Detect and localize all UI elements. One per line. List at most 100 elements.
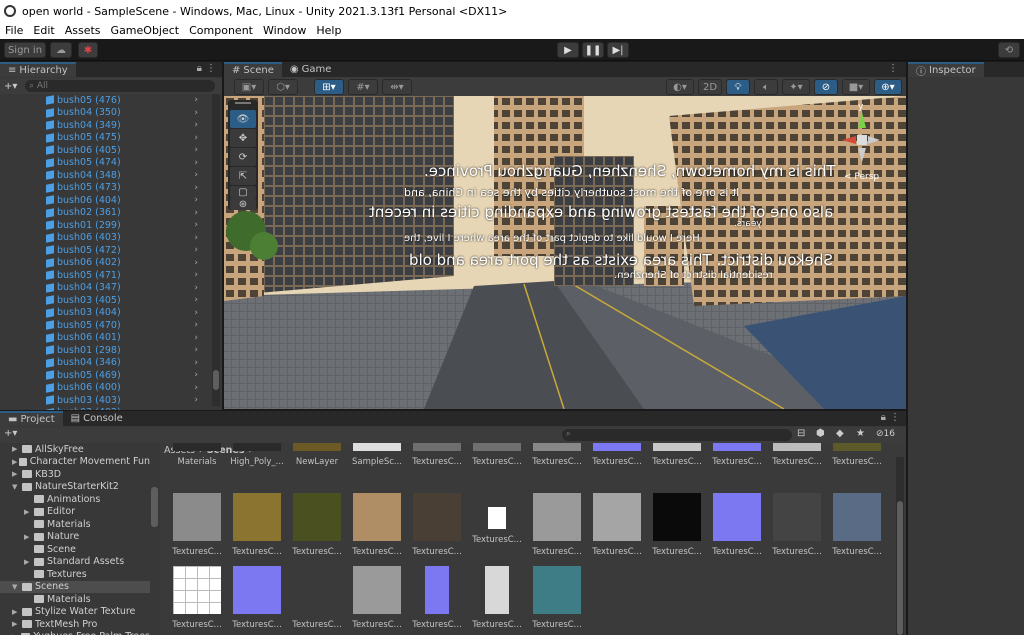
lighting-toggle-icon[interactable]: 💡︎ <box>726 79 750 95</box>
hierarchy-item[interactable]: bush01 (298) › <box>0 344 210 357</box>
project-tree-item[interactable]: Textures <box>0 568 150 581</box>
chevron-right-icon[interactable]: › <box>194 133 198 143</box>
camera-dropdown[interactable]: ■▾ <box>842 79 870 95</box>
chevron-right-icon[interactable]: › <box>194 383 198 393</box>
hierarchy-item[interactable]: bush06 (405) › <box>0 144 210 157</box>
chevron-right-icon[interactable]: › <box>194 233 198 243</box>
project-tree-item[interactable]: Animations <box>0 493 150 506</box>
chevron-right-icon[interactable]: › <box>194 370 198 380</box>
asset-item[interactable]: TexturesC... <box>288 493 346 563</box>
hierarchy-item[interactable]: bush06 (403) › <box>0 232 210 245</box>
project-search-input[interactable]: ⌕ <box>562 429 792 441</box>
hierarchy-item[interactable]: bush06 (400) › <box>0 382 210 395</box>
gizmos-dropdown[interactable]: ⊕▾ <box>874 79 902 95</box>
project-tree-item[interactable]: ▶ Stylize Water Texture <box>0 606 150 619</box>
expand-arrow-icon[interactable]: ▶ <box>12 445 22 453</box>
visibility-toggle-icon[interactable]: ⊘ <box>814 79 838 95</box>
chevron-right-icon[interactable]: › <box>194 395 198 405</box>
render-mode-dropdown[interactable]: ⬡▾ <box>268 79 298 95</box>
hierarchy-item[interactable]: bush05 (472) › <box>0 244 210 257</box>
pause-button[interactable]: ❚❚ <box>582 42 604 58</box>
expand-arrow-icon[interactable]: ▶ <box>12 458 19 466</box>
project-tree-item[interactable]: ▼ NatureStarterKit2 <box>0 481 150 494</box>
asset-item[interactable]: TexturesC... <box>288 566 346 635</box>
asset-item[interactable]: TexturesC... <box>828 493 886 563</box>
project-tree-item[interactable]: ▶ KB3D <box>0 468 150 481</box>
transform-tool-icon[interactable]: ⊛ <box>230 198 256 210</box>
collab-icon[interactable]: ✱ <box>78 42 98 58</box>
asset-item[interactable]: Materials <box>168 443 226 497</box>
hierarchy-item[interactable]: bush05 (470) › <box>0 319 210 332</box>
expand-arrow-icon[interactable]: ▼ <box>12 483 22 491</box>
hierarchy-item[interactable]: bush04 (347) › <box>0 282 210 295</box>
project-more-icon[interactable]: ⋮ <box>890 412 900 423</box>
expand-arrow-icon[interactable]: ▶ <box>24 508 34 516</box>
asset-item[interactable]: TexturesC... <box>708 443 766 497</box>
lock-icon[interactable]: 🔒︎ <box>197 63 202 74</box>
chevron-right-icon[interactable]: › <box>194 270 198 280</box>
hierarchy-item[interactable]: bush06 (401) › <box>0 332 210 345</box>
favorite-star-icon[interactable]: ★ <box>856 428 865 439</box>
project-tree-item[interactable]: ▶ TextMesh Pro <box>0 618 150 631</box>
chevron-right-icon[interactable]: › <box>194 245 198 255</box>
tab-hierarchy[interactable]: ≡ Hierarchy <box>0 62 76 77</box>
asset-item[interactable]: TexturesC... <box>348 566 406 635</box>
hierarchy-item[interactable]: bush05 (474) › <box>0 157 210 170</box>
increment-snap-button[interactable]: ⇹▾ <box>382 79 412 95</box>
hierarchy-item[interactable]: bush05 (471) › <box>0 269 210 282</box>
hierarchy-item[interactable]: bush04 (350) › <box>0 107 210 120</box>
hierarchy-scroll-thumb[interactable] <box>213 370 219 390</box>
hierarchy-item[interactable]: bush04 (346) › <box>0 357 210 370</box>
orientation-gizmo[interactable] <box>824 104 884 164</box>
assets-scrollbar[interactable] <box>896 457 904 635</box>
asset-item[interactable]: TexturesC... <box>588 493 646 563</box>
move-tool-icon[interactable]: ✥ <box>230 129 256 147</box>
hierarchy-item[interactable]: bush03 (402) › <box>0 407 210 410</box>
asset-item[interactable]: TexturesC... <box>348 493 406 563</box>
chevron-right-icon[interactable]: › <box>194 208 198 218</box>
audio-toggle-icon[interactable]: 🔈︎ <box>754 79 778 95</box>
chevron-right-icon[interactable]: › <box>194 145 198 155</box>
play-button[interactable]: ▶ <box>557 42 579 58</box>
persp-label[interactable]: < Persp <box>844 172 879 182</box>
hierarchy-item[interactable]: bush05 (473) › <box>0 182 210 195</box>
hierarchy-item[interactable]: bush06 (402) › <box>0 257 210 270</box>
expand-arrow-icon[interactable]: ▶ <box>12 470 22 478</box>
chevron-right-icon[interactable]: › <box>194 295 198 305</box>
chevron-right-icon[interactable]: › <box>194 120 198 130</box>
asset-item[interactable]: TexturesC... <box>468 443 526 497</box>
effects-dropdown[interactable]: ✦▾ <box>782 79 810 95</box>
2d-toggle-button[interactable]: 2D <box>698 79 722 95</box>
search-by-label-icon[interactable]: ⬢ <box>816 428 825 439</box>
scene-viewport[interactable]: This is my hometown, Shenzhen, Guangzhou… <box>224 96 906 409</box>
rect-tool-icon[interactable]: ▢ <box>230 186 256 198</box>
hierarchy-item[interactable]: bush05 (476) › <box>0 94 210 107</box>
scene-more-icon[interactable]: ⋮ <box>888 63 898 74</box>
chevron-right-icon[interactable]: › <box>194 408 198 410</box>
tab-scene[interactable]: # Scene <box>224 62 282 77</box>
expand-arrow-icon[interactable]: ▶ <box>24 533 34 541</box>
hierarchy-item[interactable]: bush03 (404) › <box>0 307 210 320</box>
hierarchy-item[interactable]: bush02 (361) › <box>0 207 210 220</box>
chevron-right-icon[interactable]: › <box>194 195 198 205</box>
history-icon[interactable]: ⟲ <box>998 42 1020 58</box>
hierarchy-search-input[interactable]: ⌕ All <box>25 80 216 92</box>
tab-console[interactable]: ▤ Console <box>63 411 131 426</box>
project-tree-item[interactable]: ▶ Standard Assets <box>0 556 150 569</box>
scale-tool-icon[interactable]: ⇱ <box>230 167 256 185</box>
hierarchy-item[interactable]: bush05 (469) › <box>0 369 210 382</box>
asset-item[interactable]: TexturesC... <box>408 493 466 563</box>
shading-dropdown[interactable]: ◐▾ <box>666 79 694 95</box>
step-button[interactable]: ▶| <box>607 42 629 58</box>
hierarchy-item[interactable]: bush04 (348) › <box>0 169 210 182</box>
tab-game[interactable]: ◉ Game <box>282 62 340 77</box>
menu-assets[interactable]: Assets <box>60 24 106 37</box>
chevron-right-icon[interactable]: › <box>194 358 198 368</box>
hierarchy-scrollbar[interactable] <box>212 94 220 406</box>
asset-item[interactable]: TexturesC... <box>588 443 646 497</box>
asset-item[interactable]: TexturesC... <box>528 493 586 563</box>
more-menu-icon[interactable]: ⋮ <box>206 63 216 74</box>
project-tree-item[interactable]: ▶ Editor <box>0 506 150 519</box>
project-lock-icon[interactable]: 🔒︎ <box>881 412 886 423</box>
project-tree-item[interactable]: ▼ Scenes <box>0 580 150 593</box>
